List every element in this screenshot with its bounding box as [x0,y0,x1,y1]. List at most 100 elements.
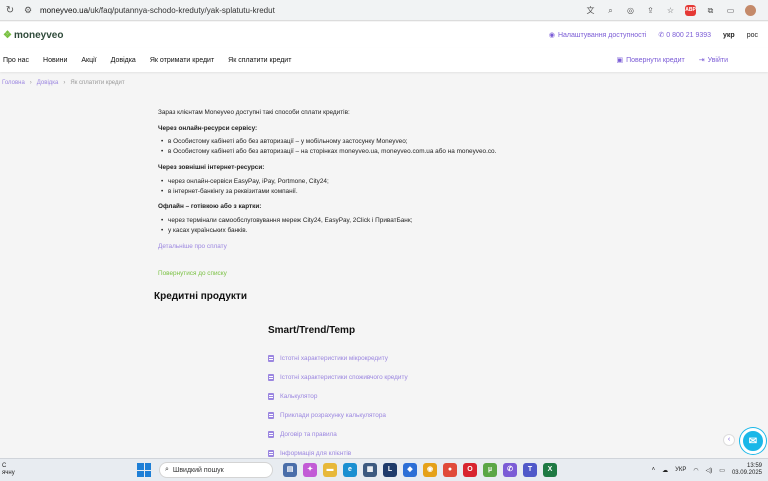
section-list: в Особистому кабінеті або без авторизаці… [158,137,618,157]
phone-number: 0 800 21 9393 [666,31,712,39]
lang-uk[interactable]: укр [723,32,735,39]
bookmark-star-icon[interactable]: ☆ [665,5,676,16]
article-content: Зараз клієнтам Moneyveo доступні такі сп… [158,108,618,279]
site-header: ❖ moneyveo ◉ Налаштування доступності ✆ 0 8… [0,22,768,48]
translate-icon[interactable]: 文 [585,5,596,16]
doc-label: Калькулятор [280,393,318,400]
chevron-up-icon[interactable]: ˄ [652,467,656,473]
volume-icon[interactable]: ◁) [706,467,713,474]
doc-label: Інформація для клієнтів [280,450,352,457]
copilot-icon[interactable]: ✦ [303,463,317,477]
chat-widget-button[interactable]: ✉ [740,428,766,454]
products-title: Кредитні продукти [154,291,247,302]
document-icon [268,431,274,438]
doc-link-calculator-examples[interactable]: Приклади розрахунку калькулятора [268,406,408,425]
url-domain: moneyveo.ua [40,5,89,15]
breadcrumb-separator-icon: › [29,80,32,86]
lang-ru[interactable]: рос [747,32,758,39]
document-icon [268,412,274,419]
doc-label: Істотні характеристики споживчого кредит… [280,374,408,381]
logo[interactable]: ❖ moneyveo [0,30,63,41]
system-tray: ˄ ☁ УКР ◠ ◁) ▭ 13:59 03.09.2025 [652,463,768,478]
url-path: /uk/faq/putannya-schodo-kreduty/yak-spla… [88,5,275,15]
doc-link-consumer-credit-characteristics[interactable]: Істотні характеристики споживчого кредит… [268,368,408,387]
chrome-icon[interactable]: ◉ [423,463,437,477]
nav-promotions[interactable]: Акції [78,57,96,64]
dropbox-icon[interactable]: ◆ [403,463,417,477]
excel-icon[interactable]: X [543,463,557,477]
doc-link-agreement-rules[interactable]: Договір та правила [268,425,408,444]
eye-off-icon[interactable]: ◎ [625,5,636,16]
opera-icon[interactable]: O [463,463,477,477]
weather-widget[interactable]: Cячну [0,463,40,476]
reload-icon[interactable]: ↻ [0,5,20,16]
list-item: в інтернет-банкінгу за реквізитами компа… [161,187,618,197]
edge-icon[interactable]: e [343,463,357,477]
search-icon: ⌕ [165,466,169,473]
repay-credit-button[interactable]: ▣ Повернути кредит [616,56,684,65]
profile-avatar[interactable] [745,4,756,16]
app-l-icon[interactable]: L [383,463,397,477]
clock-time: 13:59 [746,462,762,469]
payment-details-link[interactable]: Детальніше про сплату [158,242,618,252]
onedrive-icon[interactable]: ☁ [662,467,668,474]
nav-news[interactable]: Новини [40,57,67,64]
site-info-icon[interactable]: ⚙ [20,5,36,16]
breadcrumb-home[interactable]: Головна [2,80,25,86]
doc-link-calculator[interactable]: Калькулятор [268,387,408,406]
main-nav: Про нас Новини Акції Довідка Як отримати… [0,48,768,72]
nav-how-to-repay-credit[interactable]: Як сплатити кредит [225,57,291,64]
taskbar-search[interactable]: ⌕ Швидкий пошук [159,462,273,478]
section-list: через термінали самообслуговування мереж… [158,216,618,236]
store-icon[interactable]: ▦ [363,463,377,477]
clock[interactable]: 13:59 03.09.2025 [732,463,762,478]
share-icon[interactable]: ⇪ [645,5,656,16]
address-bar[interactable]: moneyveo.ua/uk/faq/putannya-schodo-kredu… [36,6,585,15]
side-panel-icon[interactable]: ▭ [725,5,736,16]
battery-icon[interactable]: ▭ [719,467,725,474]
zoom-icon[interactable]: ⌕ [605,5,616,16]
breadcrumb-separator-icon: › [63,80,66,86]
section-heading: Офлайн – готівкою або з картки: [158,203,262,211]
login-icon: ⇥ [698,57,705,64]
document-icon [268,393,274,400]
nav-help[interactable]: Довідка [108,57,136,64]
back-to-list-link[interactable]: Повернутися до списку [158,269,618,279]
accessibility-settings-link[interactable]: ◉ Налаштування доступності [549,31,647,40]
document-icon [268,450,274,457]
phone-icon: ✆ [658,32,665,39]
adblock-icon[interactable]: ABP [685,4,696,16]
doc-link-microcredit-characteristics[interactable]: Істотні характеристики мікрокредиту [268,349,408,368]
extensions-icon[interactable]: ⧉ [705,5,716,16]
phone-link[interactable]: ✆ 0 800 21 9393 [658,31,712,40]
file-explorer-icon[interactable]: ▤ [283,463,297,477]
section-list: через онлайн-сервіси EasyPay, iPay, Port… [158,177,618,197]
browser-extensions: 文 ⌕ ◎ ⇪ ☆ ABP ⧉ ▭ [585,4,768,16]
document-icon [268,355,274,362]
windows-logo-icon [137,470,144,477]
list-item: у касах українських банків. [161,226,618,236]
wallet-icon: ▣ [616,57,624,64]
wifi-icon[interactable]: ◠ [693,467,698,474]
windows-logo-icon [144,470,151,477]
doc-label: Договір та правила [280,431,337,438]
collapse-widget-button[interactable]: ‹ [723,434,735,446]
taskbar-apps: ▤ ✦ ▬ e ▦ L ◆ ◉ ● Oµ ✆ T X [283,463,557,477]
input-language[interactable]: УКР [675,467,686,473]
chevron-left-icon: ‹ [727,436,731,443]
login-button[interactable]: ⇥ Увійти [698,56,728,65]
logo-mark-icon: ❖ [3,29,12,41]
torrent-icon[interactable]: µ [483,463,497,477]
folder-icon[interactable]: ▬ [323,463,337,477]
windows-logo-icon [137,463,144,470]
viber-icon[interactable]: ✆ [503,463,517,477]
breadcrumb-help[interactable]: Довідка [37,80,59,86]
logo-text: moneyveo [13,29,64,41]
section-heading: Через онлайн-ресурси сервісу: [158,124,258,132]
nav-about[interactable]: Про нас [0,57,29,64]
start-button[interactable] [137,463,151,477]
app-red-icon[interactable]: ● [443,463,457,477]
product-documents-list: Істотні характеристики мікрокредиту Істо… [268,349,408,463]
nav-how-to-get-credit[interactable]: Як отримати кредит [147,57,214,64]
teams-icon[interactable]: T [523,463,537,477]
